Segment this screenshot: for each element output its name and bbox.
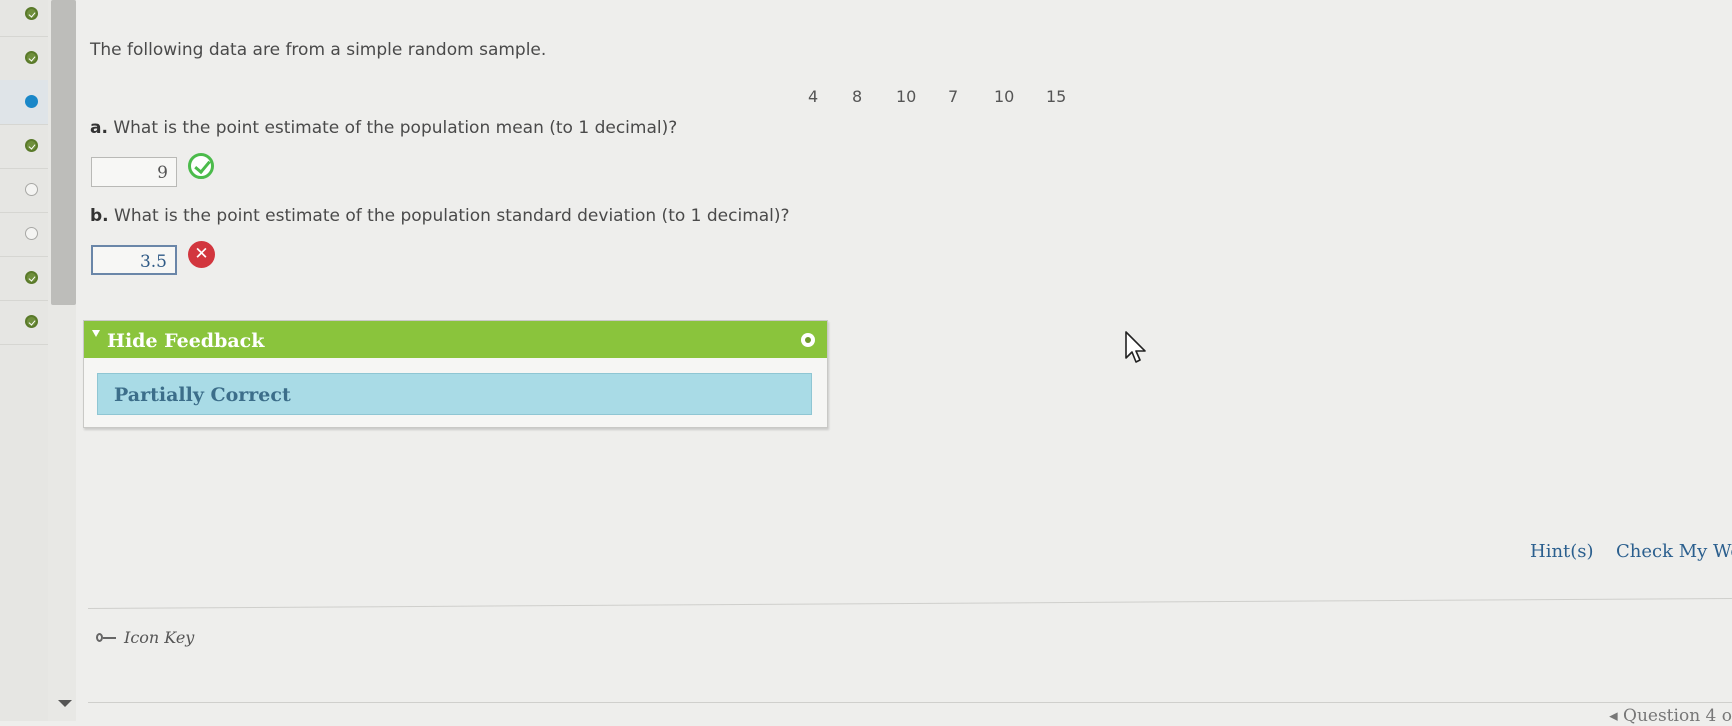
key-icon (96, 632, 118, 644)
mouse-pointer-icon (1125, 331, 1146, 363)
answer-a-input[interactable]: 9 (91, 157, 177, 187)
not-started-icon (25, 183, 38, 196)
incorrect-x-icon: ✕ (188, 241, 215, 268)
rail-item-6[interactable] (0, 212, 48, 257)
question-nav-rail (0, 0, 48, 721)
bottom-divider (88, 702, 1732, 703)
rail-item-4[interactable] (0, 124, 48, 169)
feedback-status-text: Partially Correct (114, 384, 291, 406)
feedback-status-icon (801, 333, 815, 347)
question-a-letter: a. (90, 118, 108, 138)
feedback-body: Partially Correct (97, 373, 812, 415)
icon-key-link[interactable]: Icon Key (96, 628, 194, 647)
check-my-work-button[interactable]: Check My Wo (1616, 541, 1732, 562)
question-b: b. What is the point estimate of the pop… (90, 206, 790, 226)
completed-icon (25, 139, 38, 152)
correct-check-icon (188, 153, 214, 179)
question-b-letter: b. (90, 206, 109, 226)
collapse-triangle-icon (92, 330, 100, 337)
not-started-icon (25, 227, 38, 240)
data-value: 15 (1046, 87, 1067, 106)
completed-icon (25, 7, 38, 20)
problem-intro: The following data are from a simple ran… (90, 40, 547, 60)
footer-divider (87, 597, 1732, 609)
feedback-toggle-label: Hide Feedback (107, 330, 265, 352)
question-b-prompt: What is the point estimate of the popula… (114, 206, 790, 226)
data-value: 10 (896, 87, 917, 106)
data-value: 10 (994, 87, 1015, 106)
question-a: a. What is the point estimate of the pop… (90, 118, 677, 138)
rail-item-1[interactable] (0, 0, 48, 37)
data-value: 8 (852, 87, 863, 106)
rail-item-3[interactable] (0, 80, 48, 125)
rail-item-2[interactable] (0, 36, 48, 81)
question-nav[interactable]: ◂ Question 4 o (1609, 706, 1732, 726)
hints-button[interactable]: Hint(s) (1530, 541, 1594, 562)
scroll-down-arrow-icon[interactable] (58, 700, 72, 707)
rail-item-5[interactable] (0, 168, 48, 213)
rail-item-7[interactable] (0, 256, 48, 301)
icon-key-label: Icon Key (124, 628, 195, 647)
question-content: The following data are from a simple ran… (83, 0, 1732, 726)
question-nav-label: Question 4 o (1623, 706, 1732, 726)
current-question-icon (25, 95, 38, 108)
feedback-panel: Hide Feedback Partially Correct (83, 320, 828, 428)
data-value: 7 (948, 87, 959, 106)
rail-scroll-thumb[interactable] (51, 0, 76, 305)
completed-icon (25, 315, 38, 328)
question-a-prompt: What is the point estimate of the popula… (113, 118, 678, 138)
completed-icon (25, 51, 38, 64)
feedback-toggle[interactable]: Hide Feedback (84, 321, 827, 358)
rail-item-8[interactable] (0, 300, 48, 345)
answer-b-input[interactable]: 3.5 (91, 245, 177, 275)
completed-icon (25, 271, 38, 284)
data-value: 4 (808, 87, 819, 106)
